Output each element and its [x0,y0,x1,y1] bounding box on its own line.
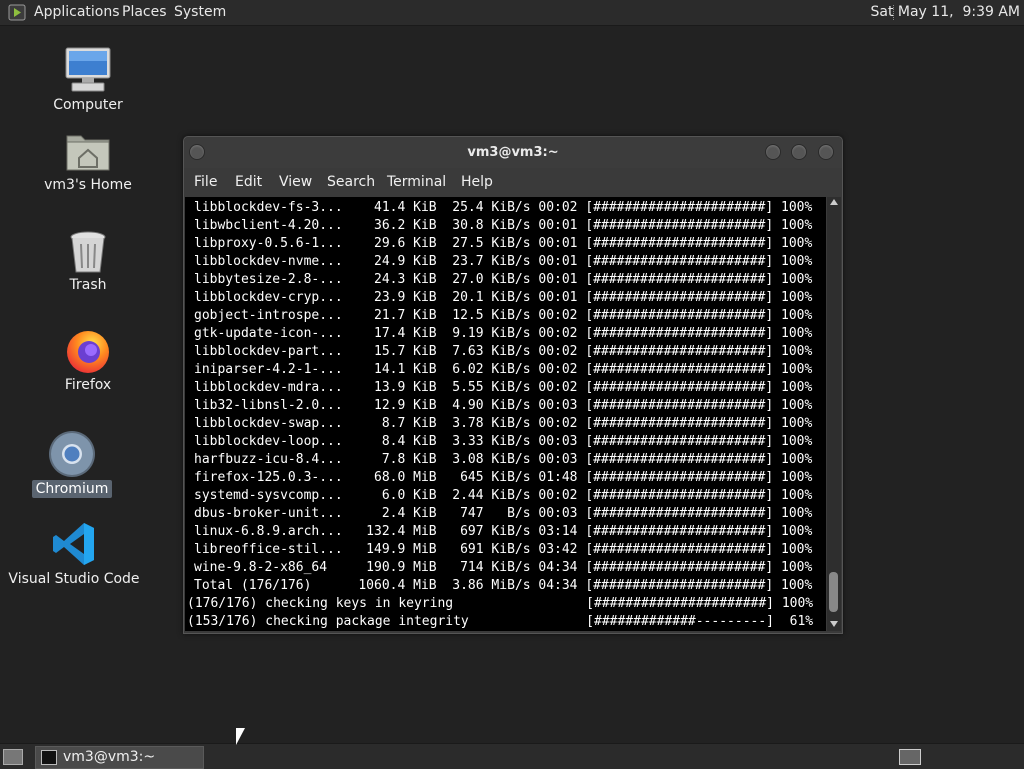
chromium-icon [49,431,95,477]
menu-bar: File Edit View Search Terminal Help [184,168,842,197]
desktop-icon-firefox[interactable]: Firefox [18,326,158,396]
terminal-line: libproxy-0.5.6-1... 29.6 KiB 27.5 KiB/s … [194,236,813,251]
menu-terminal[interactable]: Terminal [387,174,446,190]
mouse-pointer-icon [236,728,245,745]
window-title: vm3@vm3:~ [467,145,559,160]
terminal-line: systemd-sysvcomp... 6.0 KiB 2.44 KiB/s 0… [194,488,813,503]
scroll-down-arrow-icon[interactable] [830,621,838,627]
terminal-line: (153/176) checking package integrity [##… [187,614,814,629]
menu-help[interactable]: Help [461,174,493,190]
chromium-label: Chromium [31,480,113,498]
desktop-icon-label: vm3's Home [44,177,132,193]
terminal-line: libblockdev-cryp... 23.9 KiB 20.1 KiB/s … [194,290,813,305]
terminal-line: libblockdev-loop... 8.4 KiB 3.33 KiB/s 0… [194,434,813,449]
terminal-line: iniparser-4.2-1-... 14.1 KiB 6.02 KiB/s … [194,362,813,377]
firefox-icon [67,331,109,373]
scroll-up-arrow-icon[interactable] [830,199,838,205]
terminal-line: libblockdev-fs-3... 41.4 KiB 25.4 KiB/s … [194,200,813,215]
workspace-switcher[interactable] [899,749,921,765]
title-bar[interactable]: vm3@vm3:~ [184,137,842,168]
desktop-icon-chromium[interactable]: Chromium [2,430,142,500]
places-menu[interactable]: Places [122,0,167,25]
terminal-line: gobject-introspe... 21.7 KiB 12.5 KiB/s … [194,308,813,323]
terminal-line: firefox-125.0.3-... 68.0 MiB 645 KiB/s 0… [194,470,813,485]
taskbar-button-terminal[interactable]: vm3@vm3:~ [35,746,204,769]
menu-file[interactable]: File [194,174,217,190]
bottom-panel: vm3@vm3:~ [0,743,1024,769]
terminal-line: libreoffice-stil... 149.9 MiB 691 KiB/s … [194,542,813,557]
desktop-icon-vscode[interactable]: Visual Studio Code [4,520,144,590]
scrollbar-thumb[interactable] [829,572,838,612]
terminal-window[interactable]: vm3@vm3:~ File Edit View Search Terminal… [183,136,843,634]
terminal-line: linux-6.8.9.arch... 132.4 MiB 697 KiB/s … [194,524,813,539]
desktop-icon-label: Chromium [2,480,142,498]
menu-view[interactable]: View [279,174,312,190]
applications-menu-icon[interactable] [8,4,26,21]
top-panel: Applications Places System Sat May 11, 9… [0,0,1024,26]
menu-edit[interactable]: Edit [235,174,262,190]
terminal-line: harfbuzz-icu-8.4... 7.8 KiB 3.08 KiB/s 0… [194,452,813,467]
system-menu[interactable]: System [174,0,226,25]
desktop-icon-label: Firefox [64,377,112,393]
terminal-line: libblockdev-nvme... 24.9 KiB 23.7 KiB/s … [194,254,813,269]
minimize-button[interactable] [765,144,781,160]
terminal-line: lib32-libnsl-2.0... 12.9 KiB 4.90 KiB/s … [194,398,813,413]
desktop-icon-label: Visual Studio Code [8,571,140,587]
desktop-icon-label: Trash [69,277,107,293]
terminal-line: gtk-update-icon-... 17.4 KiB 9.19 KiB/s … [194,326,813,341]
vscode-icon [53,523,94,565]
computer-icon [65,47,111,92]
terminal-line: Total (176/176) 1060.4 MiB 3.86 MiB/s 04… [194,578,813,593]
terminal-line: libbytesize-2.8-... 24.3 KiB 27.0 KiB/s … [194,272,813,287]
home-folder-icon [66,135,110,171]
applications-menu[interactable]: Applications [34,0,120,25]
terminal-line: dbus-broker-unit... 2.4 KiB 747 B/s 00:0… [194,506,813,521]
terminal-line: libblockdev-mdra... 13.9 KiB 5.55 KiB/s … [194,380,813,395]
desktop-icon-label: Computer [53,97,123,113]
terminal-line: libblockdev-swap... 8.7 KiB 3.78 KiB/s 0… [194,416,813,431]
terminal-line: libwbclient-4.20... 36.2 KiB 30.8 KiB/s … [194,218,813,233]
clock[interactable]: Sat May 11, 9:39 AM [870,0,1020,25]
maximize-button[interactable] [791,144,807,160]
desktop-icon-home[interactable]: vm3's Home [18,126,158,196]
terminal-icon [41,750,57,765]
taskbar-button-label: vm3@vm3:~ [63,749,156,765]
show-desktop-icon[interactable] [3,749,23,765]
terminal-line: wine-9.8-2-x86_64 190.9 MiB 714 KiB/s 04… [194,560,813,575]
terminal-line: (176/176) checking keys in keyring [####… [187,596,814,611]
terminal-line: libblockdev-part... 15.7 KiB 7.63 KiB/s … [194,344,813,359]
desktop-icon-computer[interactable]: Computer [18,44,158,114]
terminal-output[interactable]: libblockdev-fs-3... 41.4 KiB 25.4 KiB/s … [185,197,826,631]
desktop-icon-trash[interactable]: Trash [18,226,158,296]
menu-search[interactable]: Search [327,174,375,190]
trash-icon [70,231,106,273]
terminal-scrollbar[interactable] [827,197,841,631]
close-button[interactable] [818,144,834,160]
